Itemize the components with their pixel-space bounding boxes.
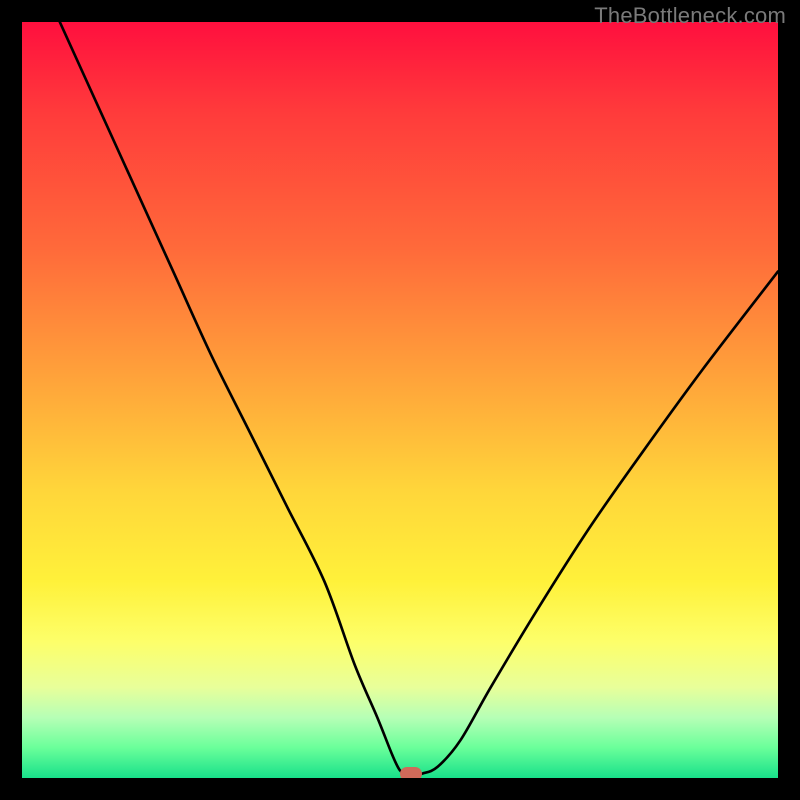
plot-area [22,22,778,778]
watermark-text: TheBottleneck.com [594,3,786,29]
optimal-point-marker [400,767,422,778]
chart-container: TheBottleneck.com [0,0,800,800]
bottleneck-curve-svg [22,22,778,778]
bottleneck-curve [60,22,778,775]
